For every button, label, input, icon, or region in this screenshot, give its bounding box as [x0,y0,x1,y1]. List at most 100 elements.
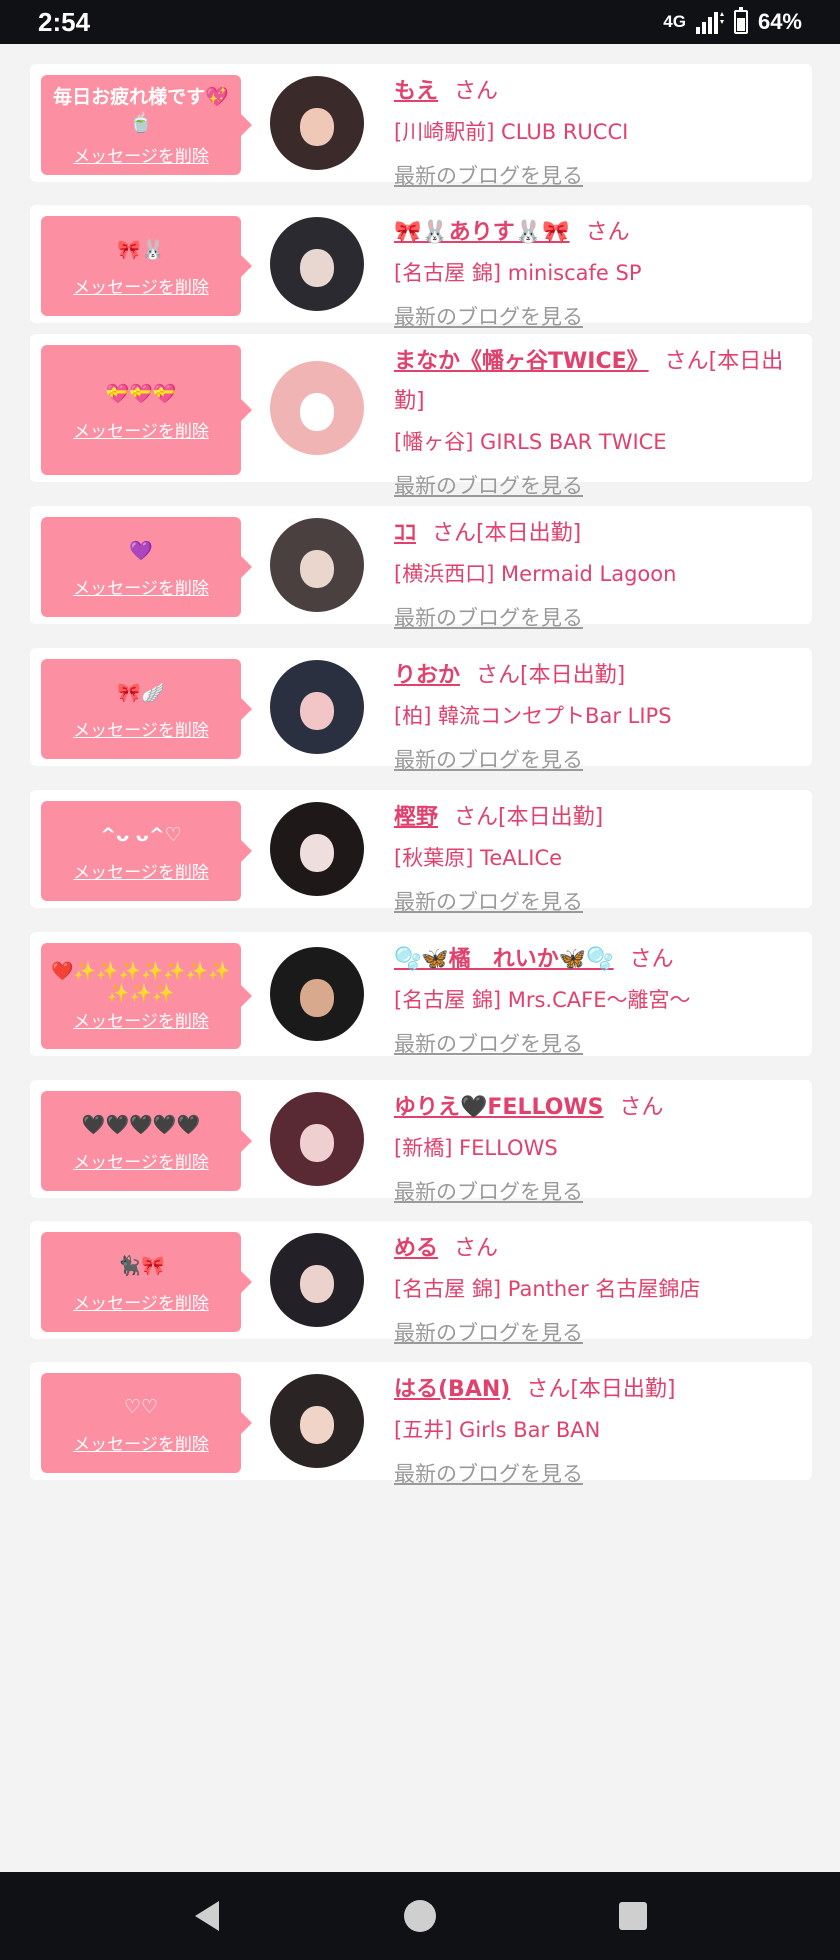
name-suffix: さん[本日出勤] [432,521,582,546]
card-info: ゆりえ🖤FELLOWS さん [新橋] FELLOWS 最新のブログを見る [394,1088,792,1212]
list-item: ^ᴗ ᴗ^♡ メッセージを削除 樫野 さん[本日出勤] [秋葉原] TeALICe… [30,790,812,914]
shop-name: [秋葉原] TeALICe [394,846,563,870]
avatar[interactable] [270,1374,364,1468]
avatar[interactable] [270,660,364,754]
name-link[interactable]: ｺｺ [394,521,416,546]
battery-percent: 64% [757,9,802,34]
name-line: 樫野 さん[本日出勤] [394,798,792,838]
latest-blog-link[interactable]: 最新のブログを見る [394,882,583,922]
message-bubble: 🐈‍⬛🎀 メッセージを削除 [41,1232,252,1332]
latest-blog-link[interactable]: 最新のブログを見る [394,1172,583,1212]
list-item: 毎日お疲れ様です💖🍵 メッセージを削除 もえ さん [川崎駅前] CLUB RUC… [30,64,812,188]
avatar[interactable] [270,518,364,612]
message-text: 🐈‍⬛🎀 [117,1254,165,1277]
list-item: ❤️✨✨✨✨✨✨✨✨✨✨ メッセージを削除 🫧🦋橘 れいか🦋🫧 さん [名古屋 錦… [30,932,812,1056]
card-info: める さん [名古屋 錦] Panther 名古屋錦店 最新のブログを見る [394,1229,792,1353]
name-link[interactable]: りおか [394,663,460,688]
latest-blog-link[interactable]: 最新のブログを見る [394,297,583,337]
message-text: ♡♡ [123,1395,159,1418]
message-bubble: 毎日お疲れ様です💖🍵 メッセージを削除 [41,75,252,175]
network-type: 4G [663,12,686,31]
status-icons: 4G 64% [663,7,802,35]
delete-message-link[interactable]: メッセージを削除 [73,1007,209,1032]
message-bubble: ♡♡ メッセージを削除 [41,1373,252,1473]
name-link[interactable]: 樫野 [394,805,438,830]
latest-blog-link[interactable]: 最新のブログを見る [394,1024,583,1064]
name-link[interactable]: ゆりえ🖤FELLOWS [394,1095,604,1120]
latest-blog-link[interactable]: 最新のブログを見る [394,156,583,196]
name-suffix: さん [585,220,630,245]
list-item: 🖤🖤🖤🖤🖤 メッセージを削除 ゆりえ🖤FELLOWS さん [新橋] FELLOW… [30,1080,812,1204]
delete-message-link[interactable]: メッセージを削除 [73,417,209,442]
latest-blog-link[interactable]: 最新のブログを見る [394,1454,583,1494]
message-text: 🎀🪽 [117,681,165,704]
battery-icon [733,7,748,34]
name-suffix: さん [454,79,499,104]
name-line: はる(BAN) さん[本日出勤] [394,1370,792,1410]
name-suffix: さん [619,1095,664,1120]
list-item: 🎀🪽 メッセージを削除 りおか さん[本日出勤] [柏] 韓流コンセプトBar L… [30,648,812,772]
delete-message-link[interactable]: メッセージを削除 [73,716,209,741]
name-suffix: さん[本日出勤] [526,1377,676,1402]
delete-message-link[interactable]: メッセージを削除 [73,858,209,883]
home-icon [403,1900,436,1932]
signal-icon [695,12,724,34]
name-suffix: さん[本日出勤] [454,805,604,830]
delete-message-link[interactable]: メッセージを削除 [73,142,209,167]
delete-message-link[interactable]: メッセージを削除 [73,273,209,298]
message-bubble: 🎀🪽 メッセージを削除 [41,659,252,759]
name-line: ｺｺ さん[本日出勤] [394,514,792,554]
name-link[interactable]: 🫧🦋橘 れいか🦋🫧 [394,947,614,972]
message-text: 💜 [129,539,153,562]
status-bar: 2:54 4G 64% [0,0,840,44]
status-time: 2:54 [38,6,91,37]
name-suffix: さん [454,1236,499,1261]
message-text: ^ᴗ ᴗ^♡ [100,823,182,846]
shop-name: [幡ヶ谷] GIRLS BAR TWICE [394,430,667,454]
avatar[interactable] [270,76,364,170]
message-bubble: 🎀🐰 メッセージを削除 [41,216,252,316]
name-line: もえ さん [394,72,792,112]
latest-blog-link[interactable]: 最新のブログを見る [394,1313,583,1353]
nav-home-button[interactable] [390,1886,450,1946]
avatar[interactable] [270,802,364,896]
message-bubble: ❤️✨✨✨✨✨✨✨✨✨✨ メッセージを削除 [41,943,252,1049]
shop-name: [名古屋 錦] Mrs.CAFE〜離宮〜 [394,988,691,1012]
recents-icon [619,1902,648,1930]
card-info: 🎀🐰ありす🐰🎀 さん [名古屋 錦] miniscafe SP 最新のブログを見る [394,213,792,337]
avatar[interactable] [270,217,364,311]
name-line: 🎀🐰ありす🐰🎀 さん [394,213,792,253]
message-text: 💝💝💝 [105,382,177,405]
message-bubble: ^ᴗ ᴗ^♡ メッセージを削除 [41,801,252,901]
system-nav-bar [0,1872,840,1960]
list-item: 🐈‍⬛🎀 メッセージを削除 める さん [名古屋 錦] Panther 名古屋錦店… [30,1221,812,1345]
name-link[interactable]: める [394,1236,438,1261]
latest-blog-link[interactable]: 最新のブログを見る [394,740,583,780]
name-link[interactable]: まなか《幡ヶ谷TWICE》 [394,349,649,374]
delete-message-link[interactable]: メッセージを削除 [73,574,209,599]
name-link[interactable]: はる(BAN) [394,1377,510,1402]
card-info: ｺｺ さん[本日出勤] [横浜西口] Mermaid Lagoon 最新のブログを… [394,514,792,638]
card-info: もえ さん [川崎駅前] CLUB RUCCI 最新のブログを見る [394,72,792,196]
shop-name: [五井] Girls Bar BAN [394,1418,601,1442]
avatar[interactable] [270,1233,364,1327]
latest-blog-link[interactable]: 最新のブログを見る [394,598,583,638]
delete-message-link[interactable]: メッセージを削除 [73,1430,209,1455]
nav-recents-button[interactable] [603,1886,663,1946]
avatar[interactable] [270,947,364,1041]
message-bubble: 🖤🖤🖤🖤🖤 メッセージを削除 [41,1091,252,1191]
delete-message-link[interactable]: メッセージを削除 [73,1148,209,1173]
latest-blog-link[interactable]: 最新のブログを見る [394,466,583,506]
name-line: 🫧🦋橘 れいか🦋🫧 さん [394,940,792,980]
name-link[interactable]: もえ [394,79,438,104]
name-link[interactable]: 🎀🐰ありす🐰🎀 [394,220,570,245]
shop-name: [川崎駅前] CLUB RUCCI [394,120,629,144]
name-line: りおか さん[本日出勤] [394,656,792,696]
avatar[interactable] [270,361,364,455]
avatar[interactable] [270,1092,364,1186]
nav-back-button[interactable] [177,1886,237,1946]
delete-message-link[interactable]: メッセージを削除 [73,1289,209,1314]
shop-name: [横浜西口] Mermaid Lagoon [394,562,677,586]
name-suffix: さん[本日出勤] [476,663,626,688]
shop-name: [名古屋 錦] miniscafe SP [394,261,642,285]
